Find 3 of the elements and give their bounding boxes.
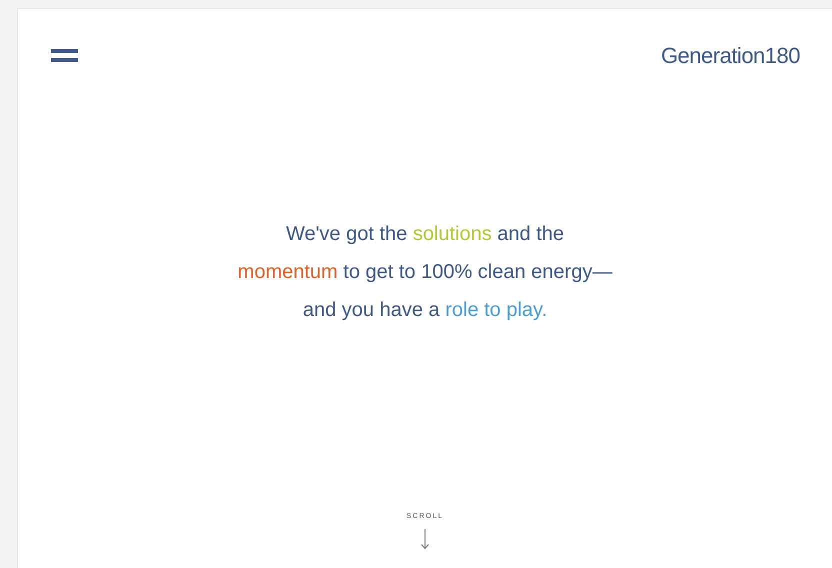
hero-statement: We've got the solutions and the momentum to get to 100% clean energy— and you have a role to play. [238,222,612,323]
logo[interactable]: Generation180 [660,39,800,72]
arrow-down-icon [420,528,430,550]
